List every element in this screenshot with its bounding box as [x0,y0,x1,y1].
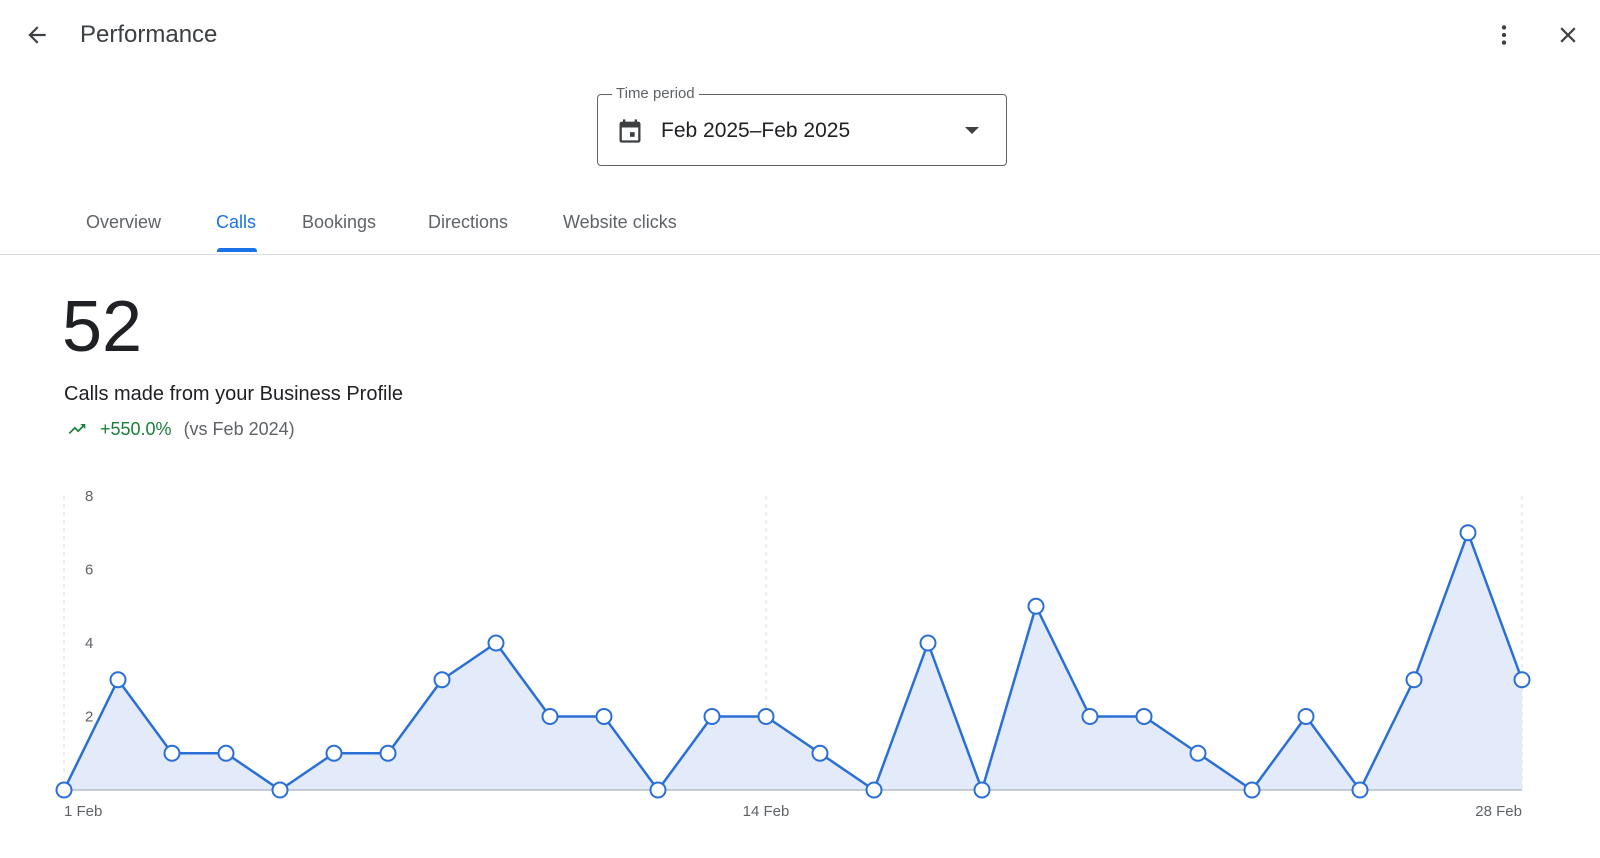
page-title: Performance [80,21,218,48]
trend-comparison: (vs Feb 2024) [183,418,295,439]
arrow-back-icon [28,26,46,44]
y-tick-label: 8 [85,488,93,505]
close-button[interactable] [1548,15,1588,55]
y-tick-label: 6 [85,562,93,579]
data-point [1027,597,1045,615]
time-period-select[interactable]: Time period Feb 2025–Feb 2025 [597,85,1007,166]
data-point [1135,708,1153,725]
data-point [271,781,289,799]
active-tab-indicator [217,248,257,252]
data-point [109,671,127,689]
arrow-drop-down-icon [965,127,979,134]
data-point [379,744,397,762]
data-point [973,781,991,799]
tab-bar: Overview Calls Bookings Directions Websi… [0,196,1600,255]
data-point [1297,708,1315,725]
data-point [1459,524,1477,542]
data-point [325,744,343,762]
tab-website-clicks[interactable]: Website clicks [563,210,677,234]
more-options-button[interactable] [1484,15,1524,55]
calls-total: 52 [62,287,143,367]
calls-line-chart: 2 4 6 8 1 Feb 14 Feb 28 Feb [55,488,1531,820]
data-point [865,781,883,799]
more-vert-icon [1501,25,1507,45]
data-point [757,708,775,725]
x-tick-label: 28 Feb [1475,803,1522,820]
close-icon [1560,27,1576,43]
tab-calls[interactable]: Calls [216,210,256,234]
y-tick-label: 4 [85,635,93,652]
trend-percentage: +550.0% [100,418,172,439]
data-point [811,744,829,762]
trend-row: +550.0% (vs Feb 2024) [64,417,295,441]
data-point [1513,671,1531,689]
data-point [1081,708,1099,725]
data-point [541,708,559,725]
data-point [487,634,505,652]
data-point [919,634,937,652]
tab-directions[interactable]: Directions [428,210,508,234]
y-tick-label: 2 [85,709,93,726]
x-tick-label: 14 Feb [743,803,790,820]
data-point [703,708,721,725]
data-point [217,744,235,762]
data-point [1351,781,1369,799]
tab-overview[interactable]: Overview [86,210,161,234]
data-point [433,671,451,689]
data-point [163,744,181,762]
x-tick-label: 1 Feb [64,803,102,820]
data-point [595,708,613,725]
series-area [64,532,1522,790]
data-point [1243,781,1261,799]
tab-bookings[interactable]: Bookings [302,210,376,234]
time-period-value: Feb 2025–Feb 2025 [661,119,851,142]
calls-description: Calls made from your Business Profile [64,383,404,405]
data-point [1405,671,1423,689]
calendar-icon [619,119,641,143]
data-point [649,781,667,799]
header-bar: Performance [0,0,1600,68]
data-point [55,781,73,799]
back-button[interactable] [17,15,57,55]
time-period-label: Time period [612,85,699,103]
data-point [1189,744,1207,762]
trending-up-icon [68,424,86,434]
